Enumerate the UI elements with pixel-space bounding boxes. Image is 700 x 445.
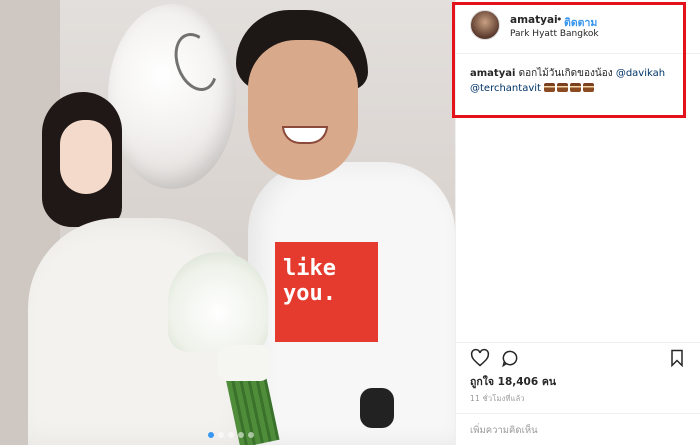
carousel-dot [218,432,224,438]
balloon [108,4,236,189]
comment-input[interactable] [470,420,685,440]
carousel-dot [238,432,244,438]
likes-count[interactable]: ถูกใจ 18,406 คน [470,373,556,390]
carousel-dot [228,432,234,438]
heart-icon[interactable] [470,348,490,368]
post-actions [470,348,685,370]
man-face [248,40,358,180]
wrist-watch [360,388,394,428]
bookmark-icon[interactable] [667,348,687,368]
highlight-box [452,2,686,118]
carousel-dot [248,432,254,438]
actions-divider [455,342,700,343]
comment-icon[interactable] [500,348,520,368]
balloon-lettering [166,26,226,98]
post-photo[interactable]: like you. [0,0,455,445]
woman-face [60,120,112,194]
comment-divider [455,413,700,414]
carousel-dot [208,432,214,438]
bouquet-ribbon [218,345,270,381]
post-timestamp: 11 ชั่วโมงที่แล้ว [470,394,525,403]
carousel-indicator [208,432,254,438]
bouquet-flowers [168,252,268,352]
shirt-print: like you. [275,242,378,342]
